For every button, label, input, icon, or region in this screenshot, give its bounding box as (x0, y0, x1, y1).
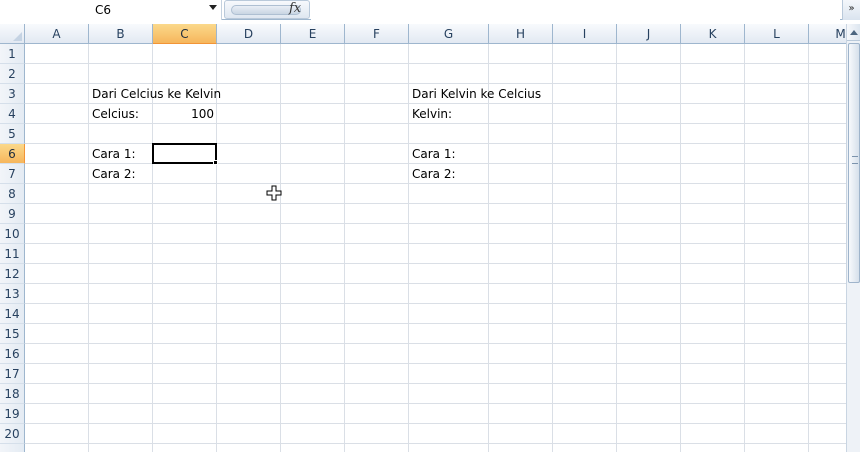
column-gridline (808, 44, 809, 452)
row-header-11[interactable]: 11 (0, 244, 25, 264)
row-header-9[interactable]: 9 (0, 204, 25, 224)
fx-icon[interactable]: fx (289, 1, 301, 16)
row-header-6[interactable]: 6 (0, 144, 25, 164)
column-header-f[interactable]: F (345, 24, 409, 44)
column-gridline (680, 44, 681, 452)
scroll-up-button[interactable] (847, 24, 860, 41)
row-gridline (25, 343, 846, 344)
column-gridline (552, 44, 553, 452)
cell-g7[interactable]: Cara 2: (409, 164, 456, 184)
column-header-j[interactable]: J (617, 24, 681, 44)
row-gridline (25, 383, 846, 384)
row-gridline (25, 203, 846, 204)
row-header-8[interactable]: 8 (0, 184, 25, 204)
row-gridline (25, 243, 846, 244)
column-gridline (744, 44, 745, 452)
column-header-d[interactable]: D (217, 24, 281, 44)
column-gridline (280, 44, 281, 452)
row-gridline (25, 323, 846, 324)
column-header-b[interactable]: B (89, 24, 153, 44)
formula-input[interactable] (311, 0, 840, 20)
cell-g4[interactable]: Kelvin: (409, 104, 452, 124)
vertical-scrollbar[interactable] (846, 24, 860, 452)
column-header-h[interactable]: H (489, 24, 553, 44)
row-gridline (25, 223, 846, 224)
select-all-button[interactable] (0, 24, 25, 44)
row-header-2[interactable]: 2 (0, 64, 25, 84)
cell-g3[interactable]: Dari Kelvin ke Celcius (409, 84, 541, 104)
row-header-19[interactable]: 19 (0, 404, 25, 424)
row-gridline (25, 263, 846, 264)
cell-c4[interactable]: 100 (153, 104, 217, 124)
active-cell-selection[interactable] (152, 143, 217, 164)
row-header-4[interactable]: 4 (0, 104, 25, 124)
row-header-13[interactable]: 13 (0, 284, 25, 304)
arrow-up-icon (850, 30, 858, 35)
row-gridline (25, 283, 846, 284)
column-header-g[interactable]: G (409, 24, 489, 44)
row-header-10[interactable]: 10 (0, 224, 25, 244)
column-header-l[interactable]: L (745, 24, 809, 44)
row-header-5[interactable]: 5 (0, 124, 25, 144)
column-gridline (344, 44, 345, 452)
grip-icon (852, 156, 858, 164)
row-header-20[interactable]: 20 (0, 424, 25, 444)
name-box-value: C6 (95, 3, 112, 17)
formula-bar: C6 fx » (0, 0, 860, 20)
row-header-18[interactable]: 18 (0, 384, 25, 404)
row-header-7[interactable]: 7 (0, 164, 25, 184)
row-header-17[interactable]: 17 (0, 364, 25, 384)
row-header-15[interactable]: 15 (0, 324, 25, 344)
expand-formula-bar-button[interactable]: » (842, 0, 860, 20)
row-gridline (25, 363, 846, 364)
row-gridline (25, 403, 846, 404)
worksheet-grid[interactable]: ABCDEFGHIJKLM 1 2 3 4 5 6 7 8 9 10 11 12 13 14 15 16 17 1… (0, 24, 846, 452)
column-header-c[interactable]: C (153, 24, 217, 44)
select-all-icon (13, 32, 22, 41)
column-header-k[interactable]: K (681, 24, 745, 44)
name-box[interactable]: C6 (0, 0, 222, 20)
row-header-partial (0, 444, 25, 452)
scroll-thumb[interactable] (848, 43, 860, 283)
row-header-14[interactable]: 14 (0, 304, 25, 324)
cell-b7[interactable]: Cara 2: (89, 164, 136, 184)
column-header-m[interactable]: M (809, 24, 846, 44)
fill-handle[interactable] (213, 160, 218, 165)
row-header-12[interactable]: 12 (0, 264, 25, 284)
column-gridline (488, 44, 489, 452)
row-gridline (25, 303, 846, 304)
row-header-16[interactable]: 16 (0, 344, 25, 364)
row-header-1[interactable]: 1 (0, 44, 25, 64)
row-header-3[interactable]: 3 (0, 84, 25, 104)
column-header-i[interactable]: I (553, 24, 617, 44)
column-header-a[interactable]: A (25, 24, 89, 44)
chevron-down-icon[interactable] (209, 5, 217, 10)
column-header-e[interactable]: E (281, 24, 345, 44)
cell-b6[interactable]: Cara 1: (89, 144, 136, 164)
row-gridline (25, 443, 846, 444)
cell-b4[interactable]: Celcius: (89, 104, 139, 124)
row-gridline (25, 63, 846, 64)
cell-select-cursor-icon (266, 185, 282, 201)
cell-b3[interactable]: Dari Celcius ke Kelvin (89, 84, 221, 104)
row-gridline (25, 423, 846, 424)
cell-g6[interactable]: Cara 1: (409, 144, 456, 164)
column-gridline (616, 44, 617, 452)
